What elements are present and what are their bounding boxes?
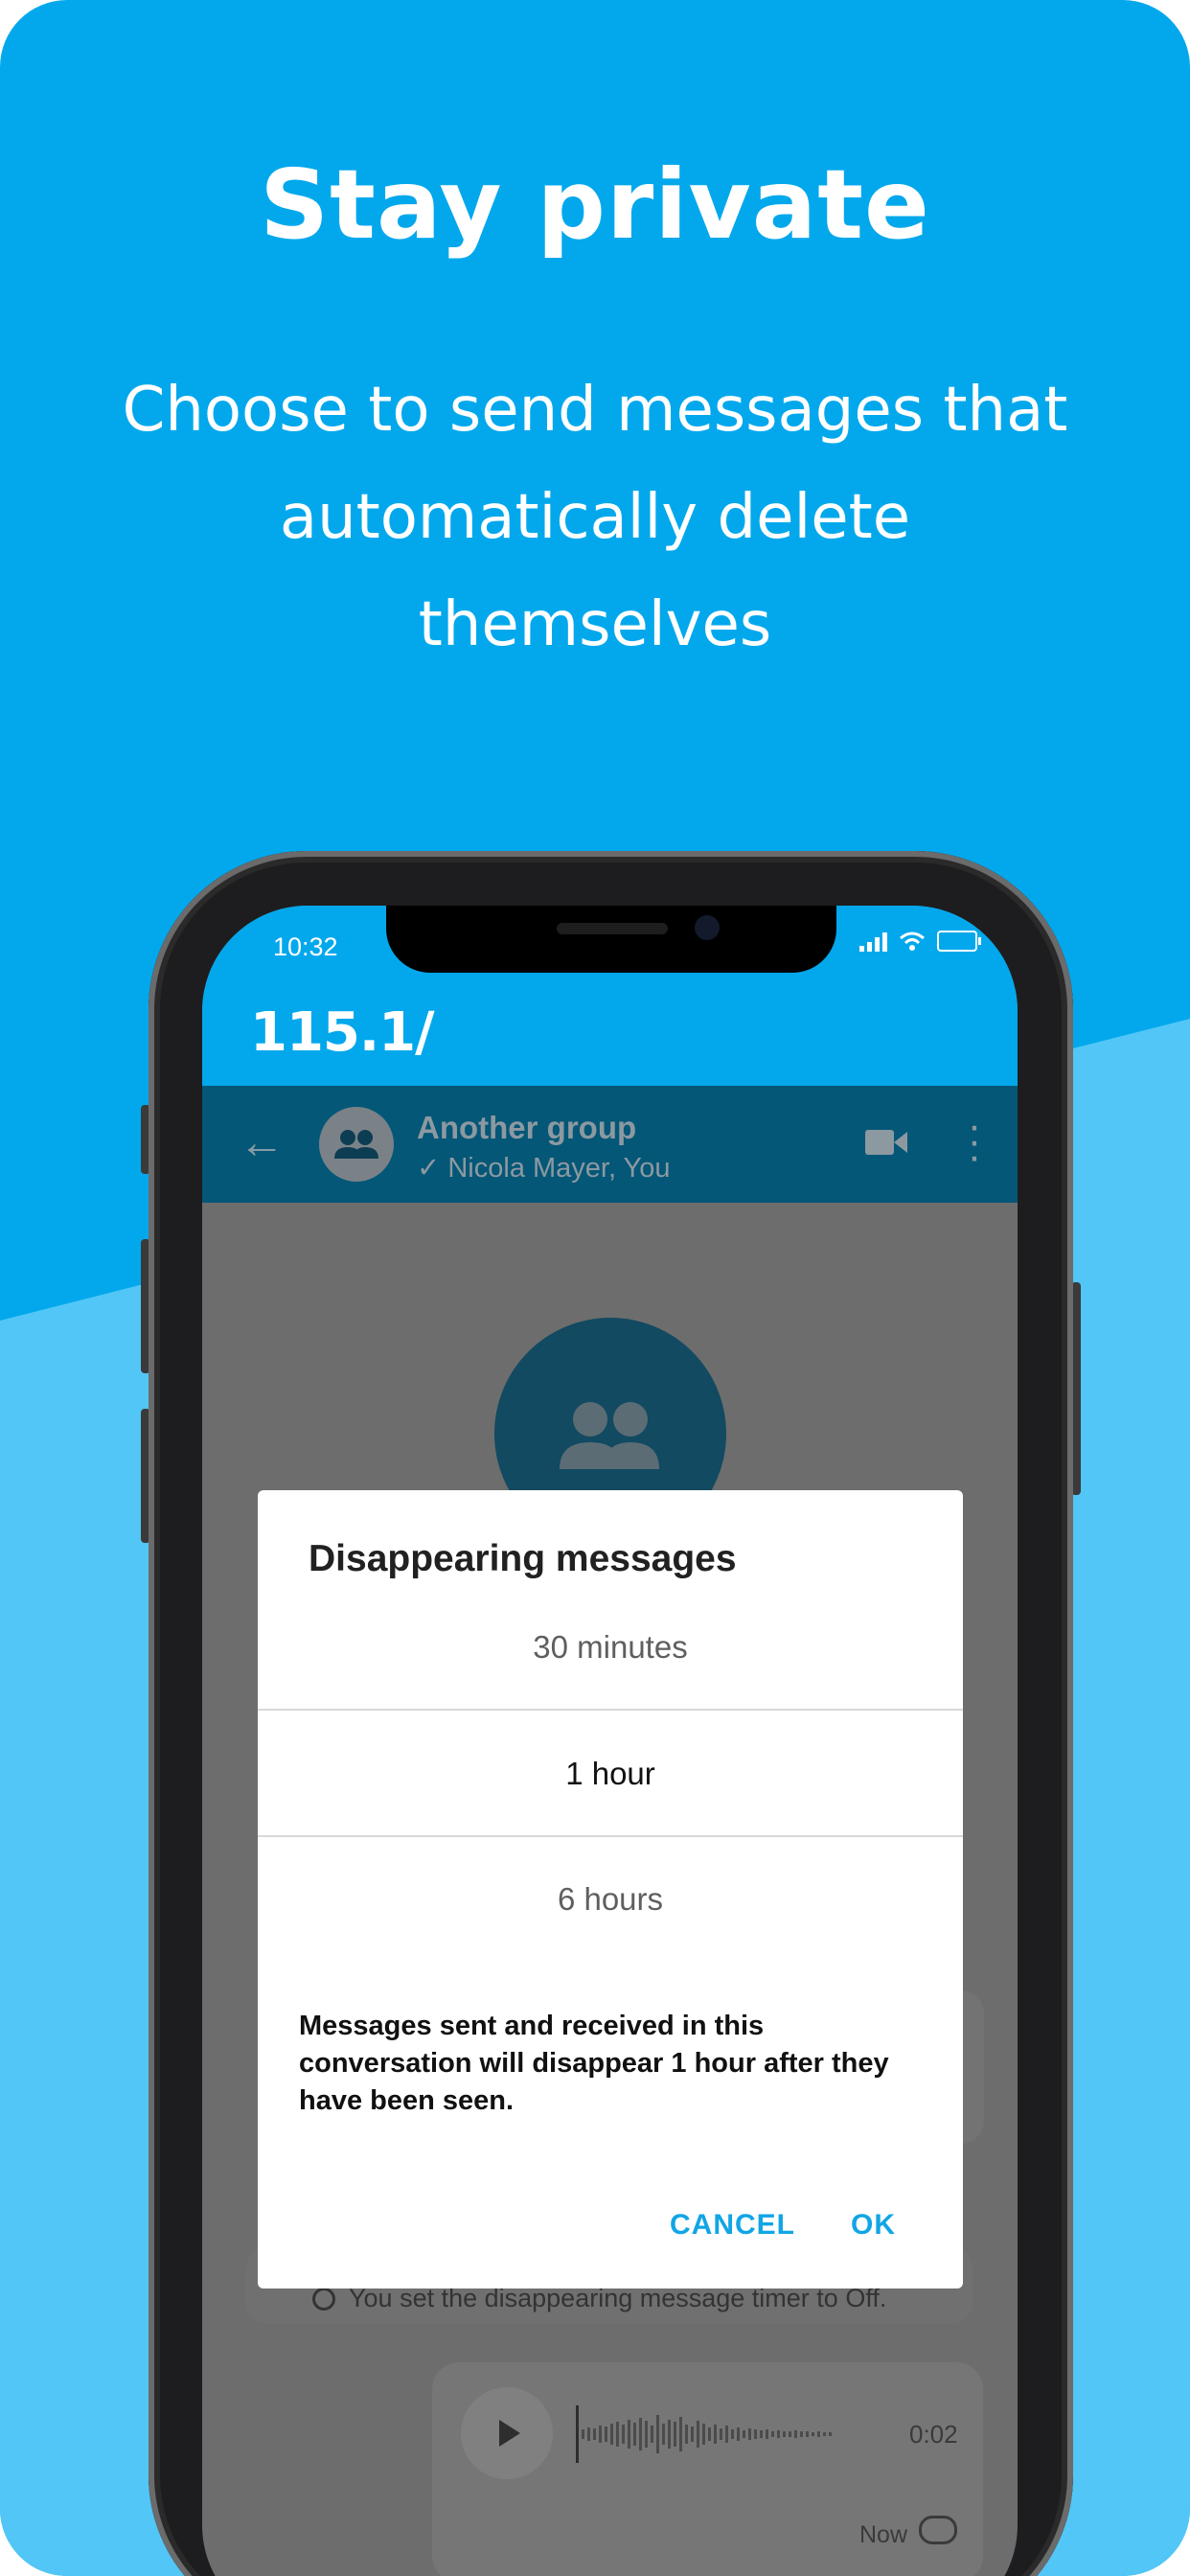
waveform-bar [593,2428,596,2440]
audio-message: 0:02 Now [432,2362,983,2576]
waveform-bar [633,2423,636,2446]
dialog-description: Messages sent and received in this conve… [299,2011,889,2116]
group-people-icon [334,1130,378,1159]
waveform-bar [679,2417,682,2451]
status-time: 10:32 [273,932,338,961]
group-avatar[interactable] [319,1107,394,1182]
disappearing-messages-dialog: Disappearing messages 30 minutes 1 hour … [258,1490,963,2288]
waveform-bar [674,2422,676,2447]
waveform-bar [737,2427,740,2441]
waveform-bar [656,2415,659,2453]
waveform-bar [771,2431,774,2437]
option-divider [258,1835,963,1837]
more-options-icon[interactable]: · · · [965,1105,984,1178]
waveform-bar [622,2425,625,2444]
phone-notch [386,906,836,973]
group-members: ✓ Nicola Mayer, You [417,1153,671,1184]
waveform-bar [754,2429,757,2439]
waveform-bar [599,2426,602,2443]
waveform-bar [783,2431,786,2437]
waveform-bar [794,2430,797,2438]
waveform-bar [610,2424,613,2445]
waveform-bar [639,2418,642,2450]
dialog-title: Disappearing messages [309,1538,737,1579]
battery-charging-icon [937,931,981,952]
waveform-bar [714,2425,717,2444]
waveform-bar [789,2431,791,2437]
chat-header: ← Another group ✓ Nicola Mayer, You · · · [202,1086,1018,1203]
waveform-bar [708,2427,711,2441]
waveform-bar [766,2429,768,2439]
promo-headline: Stay private [260,149,930,261]
waveform-bar [731,2429,734,2439]
waveform-bar [702,2424,705,2445]
audio-duration: 0:02 [909,2420,958,2449]
audio-waveform[interactable] [576,2403,887,2466]
waveform-bar [720,2428,722,2440]
waveform-bar [616,2422,619,2447]
waveform-bar [817,2431,820,2437]
waveform-bar [760,2430,763,2438]
waveform-bar [823,2432,826,2436]
waveform-bar [628,2420,630,2449]
waveform-bar [777,2430,780,2438]
option-6-hours[interactable]: 6 hours [258,1881,963,1918]
option-1-hour[interactable]: 1 hour [258,1756,963,1792]
promo-page: Stay private Choose to send messages tha… [0,0,1190,2576]
waveform-bar [582,2429,584,2439]
waveform-bar [651,2426,653,2443]
video-call-icon[interactable] [865,1128,907,1157]
waveform-bar [806,2431,809,2437]
waveform-bar [725,2426,728,2443]
app-logo: 115.1/ [250,1001,435,1064]
waveform-bar [829,2432,832,2436]
front-camera [695,915,720,940]
waveform-bar [685,2425,688,2444]
back-arrow-icon[interactable]: ← [239,1116,285,1169]
waveform-bar [691,2426,694,2442]
timer-icon [312,2287,335,2311]
audio-timestamp: Now [859,2521,908,2548]
earpiece-speaker [557,923,668,934]
play-button[interactable] [461,2387,553,2479]
ok-button[interactable]: OK [851,2209,896,2242]
waveform-bar [576,2405,579,2463]
group-title[interactable]: Another group [417,1110,636,1146]
waveform-bar [748,2428,751,2440]
waveform-bar [587,2427,590,2441]
waveform-bar [645,2421,648,2448]
play-icon [499,2420,520,2447]
waveform-bar [662,2424,665,2445]
signal-icon [859,931,887,952]
waveform-bar [605,2426,607,2442]
waveform-bar [800,2431,803,2437]
option-divider [258,1709,963,1711]
waveform-bar [812,2432,814,2436]
status-icons [859,931,981,952]
app-bar: 115.1/ [202,980,1018,1086]
wifi-icon [900,932,925,951]
waveform-bar [668,2420,671,2449]
option-30-minutes[interactable]: 30 minutes [258,1629,963,1666]
waveform-bar [743,2430,745,2438]
waveform-bar [697,2421,699,2448]
cancel-button[interactable]: CANCEL [670,2209,795,2242]
read-receipt-icon [919,2516,957,2544]
promo-subline: Choose to send messages that automatical… [122,375,1068,660]
